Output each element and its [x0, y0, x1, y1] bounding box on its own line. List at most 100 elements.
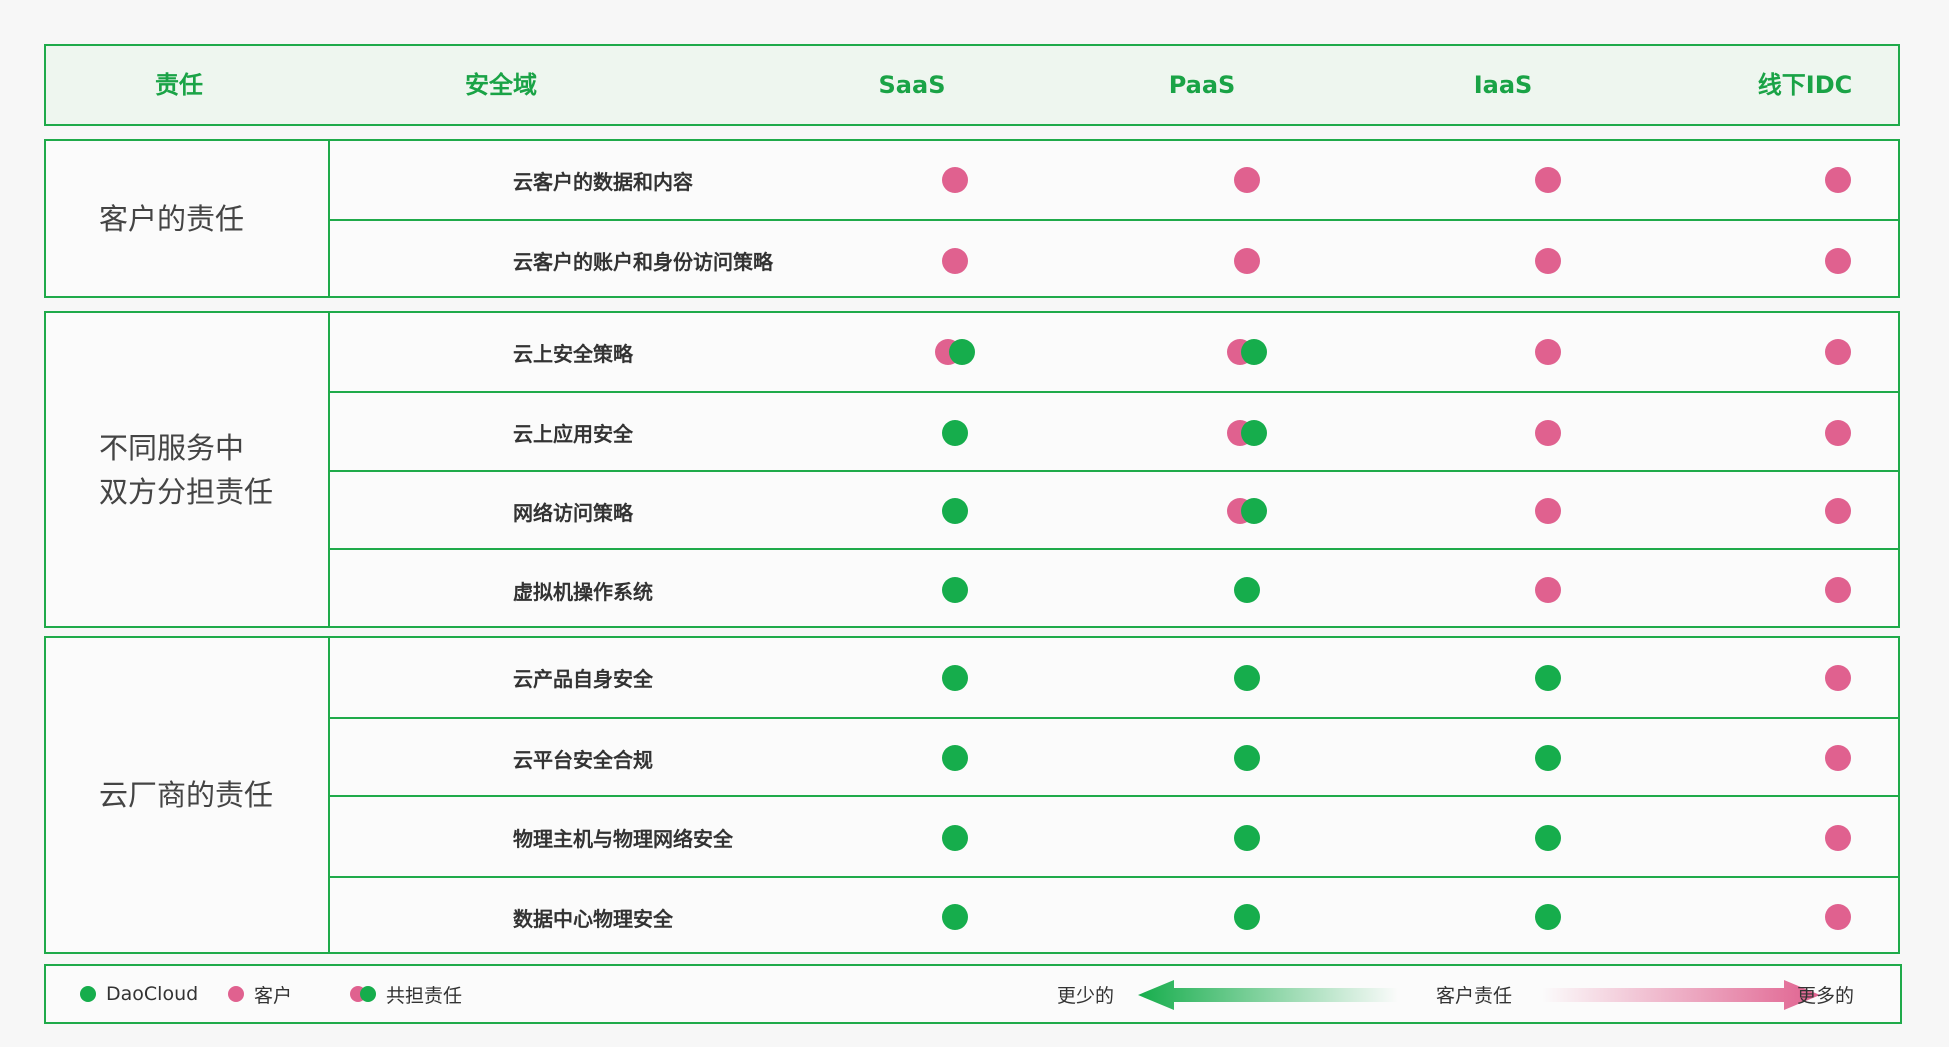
customer-responsibility-marker	[1818, 744, 1858, 772]
table-row: 云客户的数据和内容	[328, 141, 1898, 219]
daocloud-dot-icon	[1234, 745, 1260, 771]
customer-responsibility-marker	[1227, 166, 1267, 194]
customer-responsibility-marker	[1528, 338, 1568, 366]
daocloud-responsibility-marker	[1227, 664, 1267, 692]
table-row: 云上安全策略	[328, 313, 1898, 391]
daocloud-dot-icon	[1234, 577, 1260, 603]
legend-less-label: 更少的	[1057, 984, 1115, 1007]
daocloud-responsibility-marker	[1227, 903, 1267, 931]
customer-responsibility-marker	[1528, 419, 1568, 447]
table-header: 责任 安全域 SaaS PaaS IaaS 线下IDC	[44, 44, 1900, 126]
daocloud-dot-icon	[1234, 664, 1260, 691]
responsibility-group: 客户的责任 云客户的数据和内容云客户的账户和身份访问策略	[44, 139, 1900, 298]
customer-responsibility-marker	[1818, 166, 1858, 194]
daocloud-dot-icon	[1535, 745, 1561, 771]
customer-dot-icon	[1825, 664, 1851, 691]
table-row: 云上应用安全	[328, 391, 1898, 472]
daocloud-dot-icon	[942, 824, 968, 851]
customer-dot-icon	[1234, 247, 1260, 274]
legend-shared: 共担责任	[350, 966, 462, 1022]
shared-responsibility-marker	[935, 338, 975, 366]
daocloud-responsibility-marker	[1528, 744, 1568, 772]
responsibility-label: 不同服务中 双方分担责任	[99, 430, 274, 509]
customer-dot-icon	[1234, 167, 1260, 193]
customer-responsibility-marker	[1528, 247, 1568, 275]
customer-dot-icon	[1535, 167, 1561, 193]
responsibility-label: 云厂商的责任	[99, 778, 274, 812]
customer-dot-icon	[942, 247, 968, 274]
responsibility-cell: 云厂商的责任	[46, 638, 330, 952]
daocloud-dot-icon	[1535, 824, 1561, 851]
customer-responsibility-marker	[1818, 419, 1858, 447]
daocloud-dot-icon	[1241, 498, 1267, 524]
daocloud-dot-icon	[1234, 824, 1260, 851]
daocloud-dot-icon	[1535, 904, 1561, 930]
shared-responsibility-marker	[1227, 497, 1267, 525]
daocloud-dot-icon	[942, 498, 968, 524]
security-domain-label: 云客户的账户和身份访问策略	[513, 250, 773, 274]
table-row: 云平台安全合规	[328, 717, 1898, 797]
daocloud-responsibility-marker	[935, 903, 975, 931]
customer-dot-icon	[1535, 419, 1561, 446]
daocloud-dot-icon	[949, 339, 975, 365]
customer-dot-icon	[1535, 339, 1561, 365]
customer-dot-icon	[1825, 167, 1851, 193]
legend-more-label: 更多的	[1797, 984, 1855, 1007]
header-domain: 安全域	[465, 71, 537, 99]
shared-responsibility-marker	[1227, 419, 1267, 447]
security-domain-label: 云产品自身安全	[513, 667, 653, 691]
customer-responsibility-marker	[1227, 247, 1267, 275]
responsibility-cell: 不同服务中 双方分担责任	[46, 313, 330, 626]
customer-responsibility-marker	[1818, 664, 1858, 692]
customer-responsibility-marker	[1528, 166, 1568, 194]
legend-customer-resp-label: 客户责任	[1436, 984, 1513, 1007]
legend: DaoCloud 客户 共担责任 更少的 客户责任 更多的	[44, 964, 1902, 1024]
customer-dot-icon	[1825, 904, 1851, 930]
legend-customer-label: 客户	[254, 984, 293, 1007]
daocloud-responsibility-marker	[1227, 576, 1267, 604]
daocloud-dot-icon	[80, 986, 96, 1002]
customer-dot-icon	[1825, 498, 1851, 524]
security-domain-label: 云上安全策略	[513, 341, 633, 366]
responsibility-group: 云厂商的责任 云产品自身安全 云平台安全合规 物理主机与物理网络安全 数据中心物理安全	[44, 636, 1900, 954]
legend-customer: 客户	[228, 966, 292, 1022]
customer-dot-icon	[1825, 247, 1851, 274]
responsibility-label: 客户的责任	[99, 201, 245, 236]
daocloud-dot-icon	[942, 577, 968, 603]
customer-dot-icon	[1825, 745, 1851, 771]
header-paas: PaaS	[1168, 71, 1236, 99]
daocloud-dot-icon	[942, 664, 968, 691]
customer-responsibility-marker	[1818, 824, 1858, 852]
responsibility-group: 不同服务中 双方分担责任 云上安全策略 云上应用安全 网络访问策略 虚拟机操作系统	[44, 311, 1900, 628]
header-idc: 线下IDC	[1757, 71, 1853, 99]
daocloud-responsibility-marker	[1227, 744, 1267, 772]
daocloud-dot-icon	[1234, 904, 1260, 930]
customer-responsibility-marker	[1818, 903, 1858, 931]
table-row: 网络访问策略	[328, 470, 1898, 550]
daocloud-responsibility-marker	[1227, 824, 1267, 852]
customer-dot-icon	[228, 986, 244, 1002]
customer-responsibility-marker	[935, 247, 975, 275]
daocloud-responsibility-marker	[935, 576, 975, 604]
daocloud-responsibility-marker	[1528, 664, 1568, 692]
arrow-left-icon	[1138, 980, 1398, 1010]
header-responsibility: 责任	[155, 71, 203, 99]
customer-dot-icon	[1825, 824, 1851, 851]
daocloud-dot-icon	[1241, 339, 1267, 365]
daocloud-responsibility-marker	[935, 419, 975, 447]
daocloud-responsibility-marker	[935, 824, 975, 852]
customer-dot-icon	[942, 167, 968, 193]
legend-daocloud-label: DaoCloud	[106, 983, 199, 1005]
responsibility-cell: 客户的责任	[46, 141, 330, 296]
daocloud-responsibility-marker	[935, 497, 975, 525]
header-saas: SaaS	[878, 71, 946, 99]
customer-dot-icon	[1535, 498, 1561, 524]
daocloud-dot-icon	[942, 419, 968, 446]
table-row: 云产品自身安全	[328, 638, 1898, 717]
table-row: 物理主机与物理网络安全	[328, 795, 1898, 878]
customer-dot-icon	[1535, 247, 1561, 274]
customer-responsibility-marker	[1818, 247, 1858, 275]
daocloud-responsibility-marker	[1528, 824, 1568, 852]
shared-responsibility-marker	[1227, 338, 1267, 366]
daocloud-dot-icon	[1535, 664, 1561, 691]
